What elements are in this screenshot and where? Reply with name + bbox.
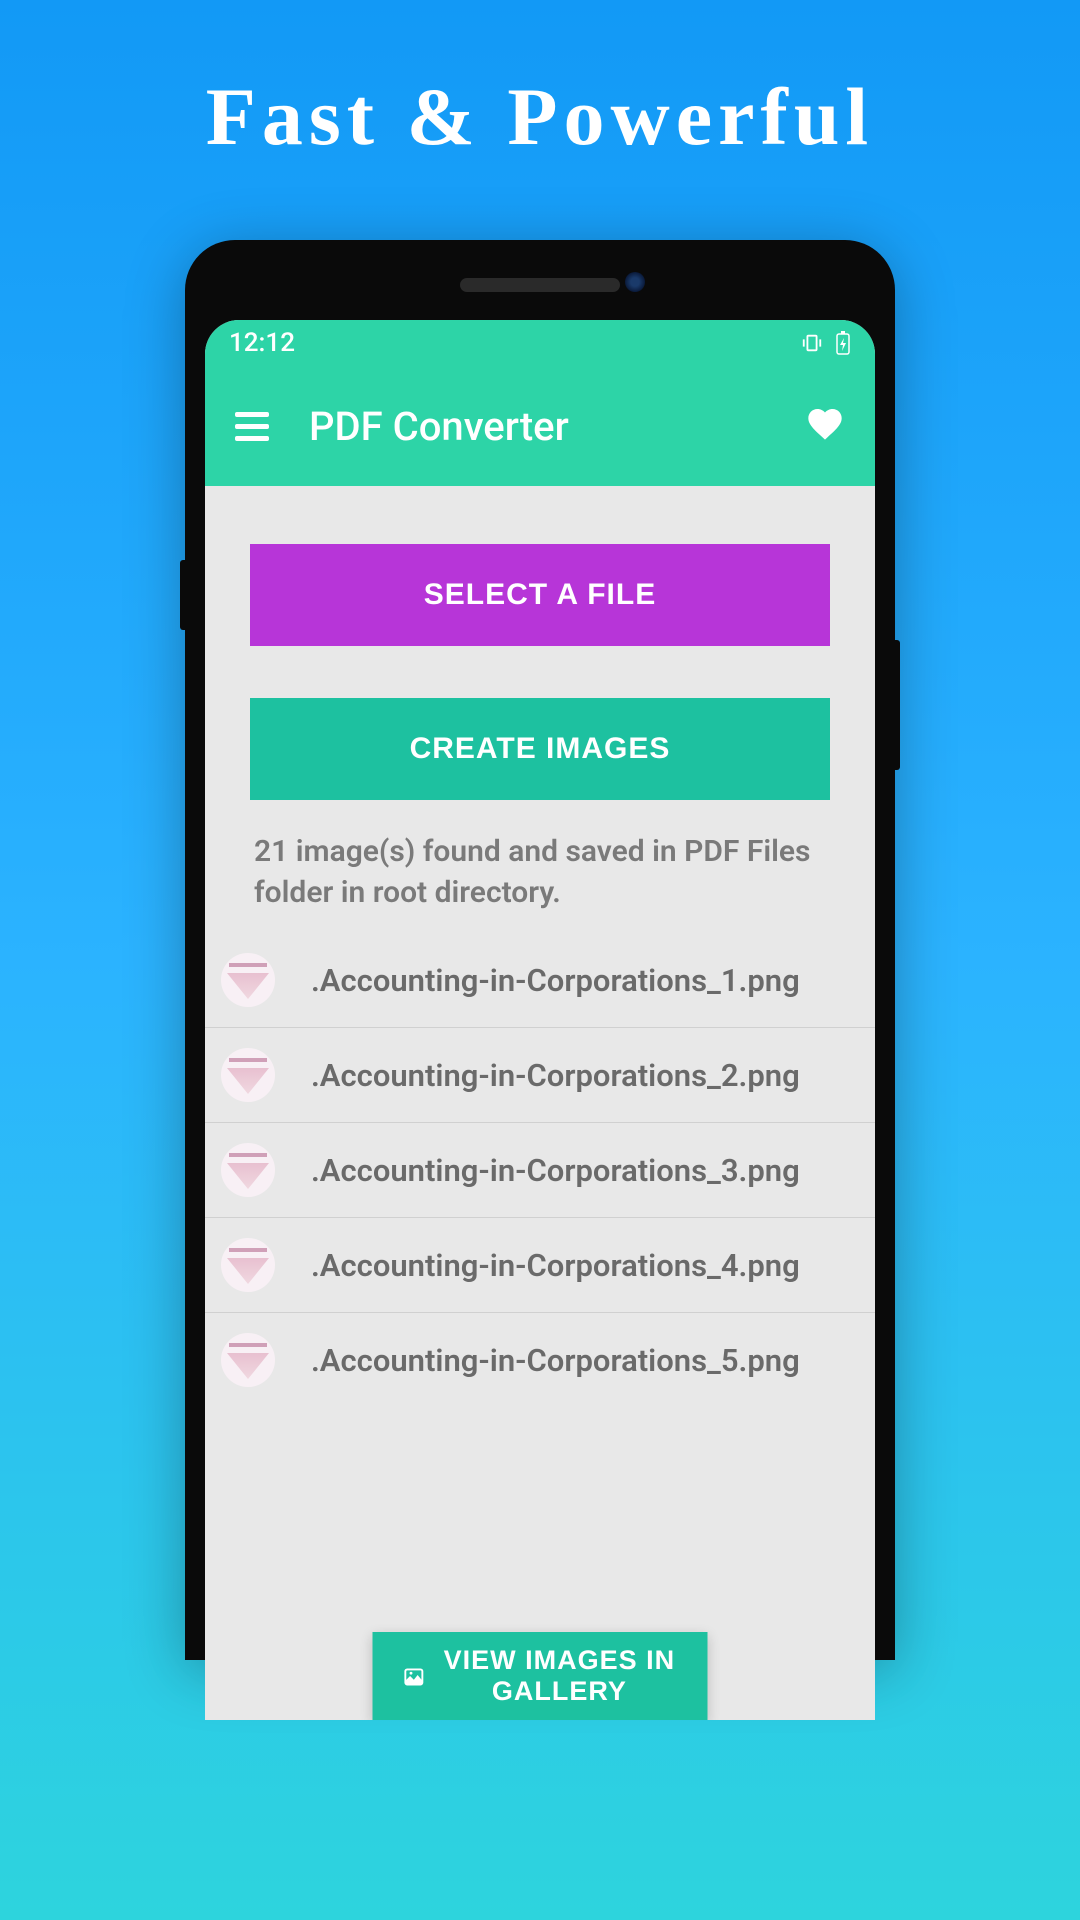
gallery-icon (403, 1658, 426, 1694)
app-bar: PDF Converter (205, 366, 875, 486)
file-item[interactable]: .Accounting-in-Corporations_2.png (205, 1028, 875, 1123)
view-gallery-button[interactable]: VIEW IMAGES IN GALLERY (373, 1632, 708, 1720)
file-item[interactable]: .Accounting-in-Corporations_3.png (205, 1123, 875, 1218)
create-images-button[interactable]: CREATE IMAGES (250, 698, 830, 800)
file-thumbnail-icon (221, 953, 275, 1007)
file-thumbnail-icon (221, 1048, 275, 1102)
status-bar: 12:12 (205, 320, 875, 366)
file-thumbnail-icon (221, 1333, 275, 1387)
status-message: 21 image(s) found and saved in PDF Files… (250, 832, 830, 933)
favorite-icon[interactable] (805, 404, 845, 448)
headline-text: Fast & Powerful (0, 0, 1080, 164)
select-file-button[interactable]: SELECT A FILE (250, 544, 830, 646)
phone-frame: 12:12 PDF Converter (185, 240, 895, 1660)
view-gallery-label: VIEW IMAGES IN GALLERY (441, 1645, 677, 1707)
file-thumbnail-icon (221, 1238, 275, 1292)
file-name-label: .Accounting-in-Corporations_4.png (311, 1247, 800, 1284)
app-title: PDF Converter (309, 403, 765, 450)
phone-screen: 12:12 PDF Converter (205, 320, 875, 1720)
file-item[interactable]: .Accounting-in-Corporations_4.png (205, 1218, 875, 1313)
file-name-label: .Accounting-in-Corporations_3.png (311, 1152, 800, 1189)
content-area: SELECT A FILE CREATE IMAGES 21 image(s) … (205, 486, 875, 1407)
vibrate-icon (801, 332, 823, 354)
file-name-label: .Accounting-in-Corporations_1.png (311, 962, 800, 999)
status-right (801, 331, 851, 355)
phone-side-button-left (180, 560, 185, 630)
menu-icon[interactable] (235, 412, 269, 441)
phone-camera (625, 272, 645, 292)
status-time: 12:12 (229, 328, 295, 358)
file-name-label: .Accounting-in-Corporations_2.png (311, 1057, 800, 1094)
phone-side-button-right (895, 640, 900, 770)
file-name-label: .Accounting-in-Corporations_5.png (311, 1342, 800, 1379)
file-list: .Accounting-in-Corporations_1.png .Accou… (205, 933, 875, 1407)
battery-icon (835, 331, 851, 355)
file-item[interactable]: .Accounting-in-Corporations_5.png (205, 1313, 875, 1407)
phone-notch (460, 278, 620, 292)
file-item[interactable]: .Accounting-in-Corporations_1.png (205, 933, 875, 1028)
file-thumbnail-icon (221, 1143, 275, 1197)
